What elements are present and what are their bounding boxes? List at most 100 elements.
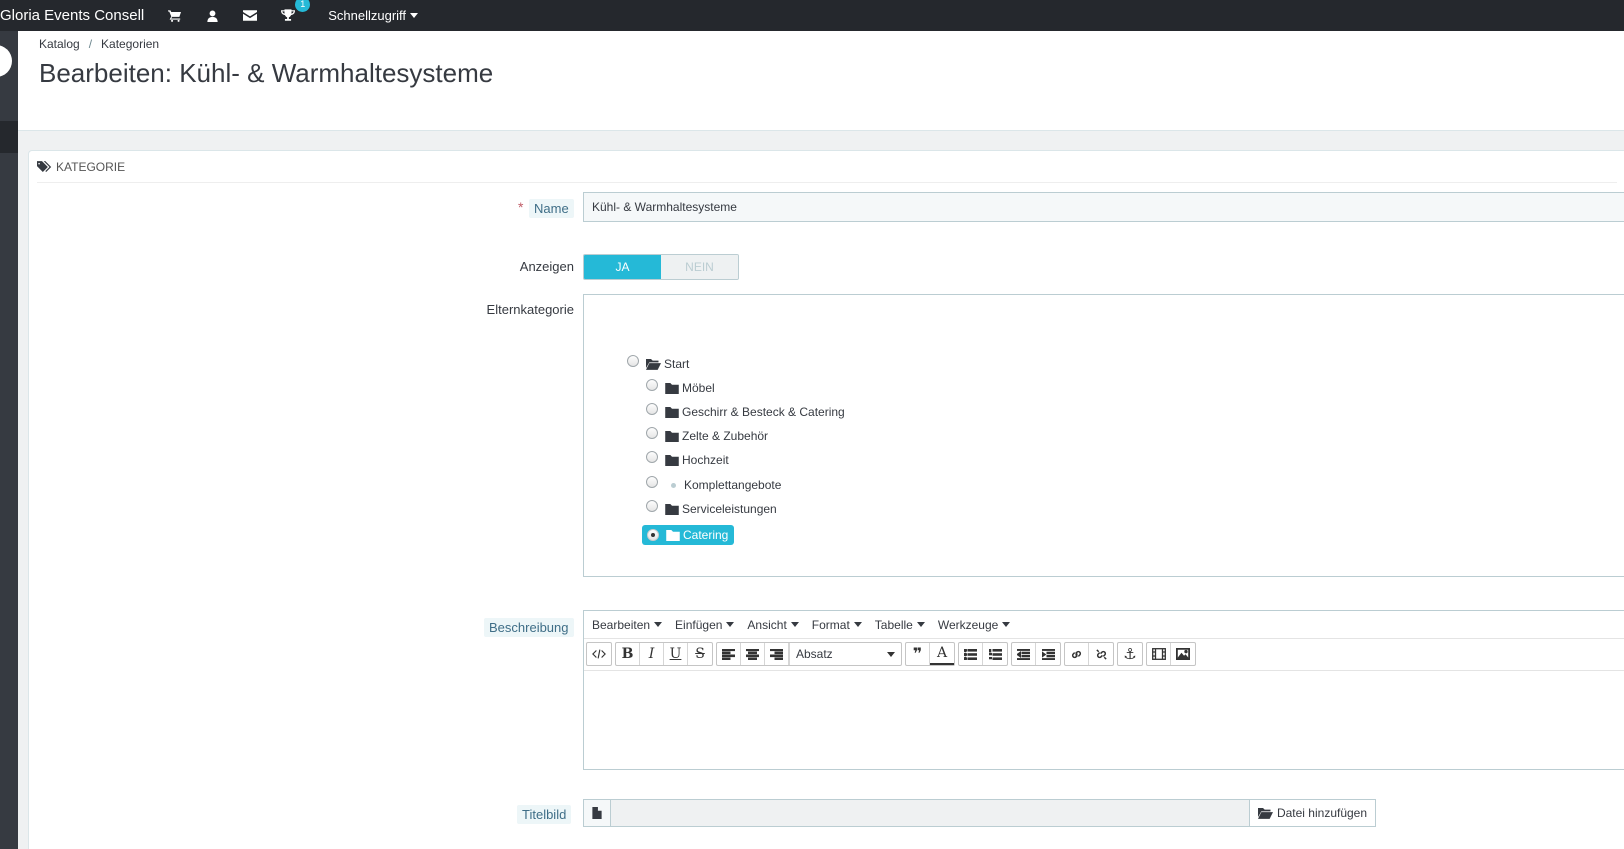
numbered-list-icon[interactable] — [983, 643, 1007, 665]
folder-icon — [665, 382, 679, 394]
tree-radio-checked[interactable] — [647, 529, 659, 541]
menu-edit[interactable]: Bearbeiten — [592, 618, 663, 632]
tree-item-label: Catering — [683, 528, 729, 542]
tree-item-label: Möbel — [682, 381, 715, 395]
shop-name[interactable]: Gloria Events Consell — [0, 7, 144, 24]
outdent-icon[interactable] — [1012, 643, 1036, 665]
link-icon[interactable] — [1065, 643, 1089, 665]
bold-icon[interactable]: B — [616, 643, 640, 665]
file-name-field[interactable] — [611, 799, 1249, 827]
align-right-icon[interactable] — [765, 643, 789, 665]
cart-icon[interactable] — [164, 6, 184, 26]
required-marker: * — [518, 199, 524, 215]
display-switch[interactable]: JA NEIN — [583, 254, 739, 280]
category-tree-toolbar — [583, 294, 1624, 335]
quick-access-dropdown[interactable]: Schnellzugriff — [328, 8, 419, 23]
italic-icon[interactable]: I — [640, 643, 664, 665]
panel-title: KATEGORIE — [56, 159, 126, 174]
block-format-select[interactable]: Absatz — [789, 643, 901, 665]
description-editor: Bearbeiten Einfügen Ansicht Format Tabel… — [583, 610, 1624, 770]
file-icon — [583, 799, 611, 827]
category-tree — [583, 334, 1624, 577]
parent-category-label: Elternkategorie — [486, 302, 574, 317]
name-label: Name — [529, 199, 574, 218]
tree-item-catering[interactable]: Catering — [642, 525, 735, 545]
panel-heading: KATEGORIE — [37, 151, 1617, 183]
tree-item-serviceleistungen[interactable]: Serviceleistungen — [646, 500, 777, 516]
tree-item-start[interactable]: Start — [627, 355, 690, 371]
menu-tools[interactable]: Werkzeuge — [938, 618, 1011, 632]
folder-icon — [665, 454, 679, 466]
tree-item-moebel[interactable]: Möbel — [646, 379, 715, 395]
display-no-option[interactable]: NEIN — [661, 255, 738, 279]
user-icon[interactable] — [202, 6, 222, 26]
chevron-down-icon — [790, 622, 799, 627]
editor-content-area[interactable] — [584, 670, 1624, 769]
tree-item-hochzeit[interactable]: Hochzeit — [646, 451, 729, 467]
image-icon[interactable] — [1171, 643, 1195, 665]
tree-radio[interactable] — [646, 451, 658, 463]
page-header: Katalog / Kategorien Bearbeiten: Kühl- &… — [18, 31, 1624, 131]
folder-open-icon — [646, 359, 661, 370]
menu-format[interactable]: Format — [812, 618, 862, 632]
name-input[interactable]: Kühl- & Warmhaltesysteme — [583, 192, 1624, 222]
menu-view[interactable]: Ansicht — [747, 618, 799, 632]
tags-icon — [37, 160, 52, 172]
tree-item-zelte[interactable]: Zelte & Zubehör — [646, 427, 768, 443]
tree-item-komplettangebote[interactable]: Komplettangebote — [646, 476, 781, 492]
tree-radio[interactable] — [646, 500, 658, 512]
display-yes-option[interactable]: JA — [584, 255, 661, 279]
tree-item-label: Start — [664, 357, 690, 371]
anchor-icon[interactable]: ⚓ — [1118, 643, 1142, 665]
strikethrough-icon[interactable]: S — [688, 643, 712, 665]
tree-radio[interactable] — [646, 379, 658, 391]
indent-icon[interactable] — [1036, 643, 1060, 665]
chevron-down-icon — [853, 622, 862, 627]
chevron-down-icon — [916, 622, 925, 627]
blockquote-icon[interactable]: ❞ — [906, 643, 930, 665]
breadcrumb: Katalog / Kategorien — [39, 37, 159, 51]
menu-insert[interactable]: Einfügen — [675, 618, 735, 632]
source-code-icon[interactable] — [587, 643, 611, 665]
sidebar-toggle[interactable] — [0, 45, 12, 77]
breadcrumb-item-catalog[interactable]: Katalog — [39, 37, 80, 51]
description-label: Beschreibung — [484, 618, 574, 637]
text-color-icon[interactable]: A — [930, 643, 954, 665]
name-input-value: Kühl- & Warmhaltesysteme — [592, 200, 737, 214]
breadcrumb-item-categories[interactable]: Kategorien — [101, 37, 159, 51]
unlink-icon[interactable] — [1089, 643, 1113, 665]
chevron-down-icon — [1002, 622, 1011, 627]
sidebar-active-item[interactable] — [0, 121, 18, 153]
envelope-icon[interactable] — [240, 6, 260, 26]
align-center-icon[interactable] — [741, 643, 765, 665]
tree-radio[interactable] — [627, 355, 639, 367]
underline-icon[interactable]: U — [664, 643, 688, 665]
tree-radio[interactable] — [646, 403, 658, 415]
editor-menubar: Bearbeiten Einfügen Ansicht Format Tabel… — [584, 611, 1624, 639]
tree-radio[interactable] — [646, 476, 658, 488]
menu-table[interactable]: Tabelle — [875, 618, 925, 632]
leaf-dot-icon — [671, 482, 676, 488]
block-format-value: Absatz — [796, 647, 833, 661]
chevron-down-icon — [654, 622, 663, 627]
tree-item-label: Hochzeit — [682, 453, 729, 467]
breadcrumb-separator: / — [88, 37, 93, 51]
trophy-icon[interactable]: 1 — [278, 0, 311, 26]
align-left-icon[interactable] — [717, 643, 741, 665]
tree-item-geschirr[interactable]: Geschirr & Besteck & Catering — [646, 403, 845, 419]
display-label: Anzeigen — [519, 259, 574, 274]
editor-toolbar: B I U S Absatz ❞ A ⚓ — [586, 642, 1199, 666]
folder-icon — [665, 503, 679, 515]
cover-image-upload: Datei hinzufügen — [583, 799, 1376, 827]
media-icon[interactable] — [1147, 643, 1171, 665]
chevron-down-icon — [726, 622, 735, 627]
quick-access-label: Schnellzugriff — [328, 8, 407, 23]
chevron-down-icon — [410, 13, 419, 18]
chevron-down-icon — [887, 651, 895, 657]
page-title: Bearbeiten: Kühl- & Warmhaltesysteme — [39, 58, 494, 88]
tree-radio[interactable] — [646, 427, 658, 439]
bullet-list-icon[interactable] — [959, 643, 983, 665]
tree-item-label: Geschirr & Besteck & Catering — [682, 405, 845, 419]
add-file-button[interactable]: Datei hinzufügen — [1249, 799, 1376, 827]
notification-badge: 1 — [295, 0, 311, 12]
